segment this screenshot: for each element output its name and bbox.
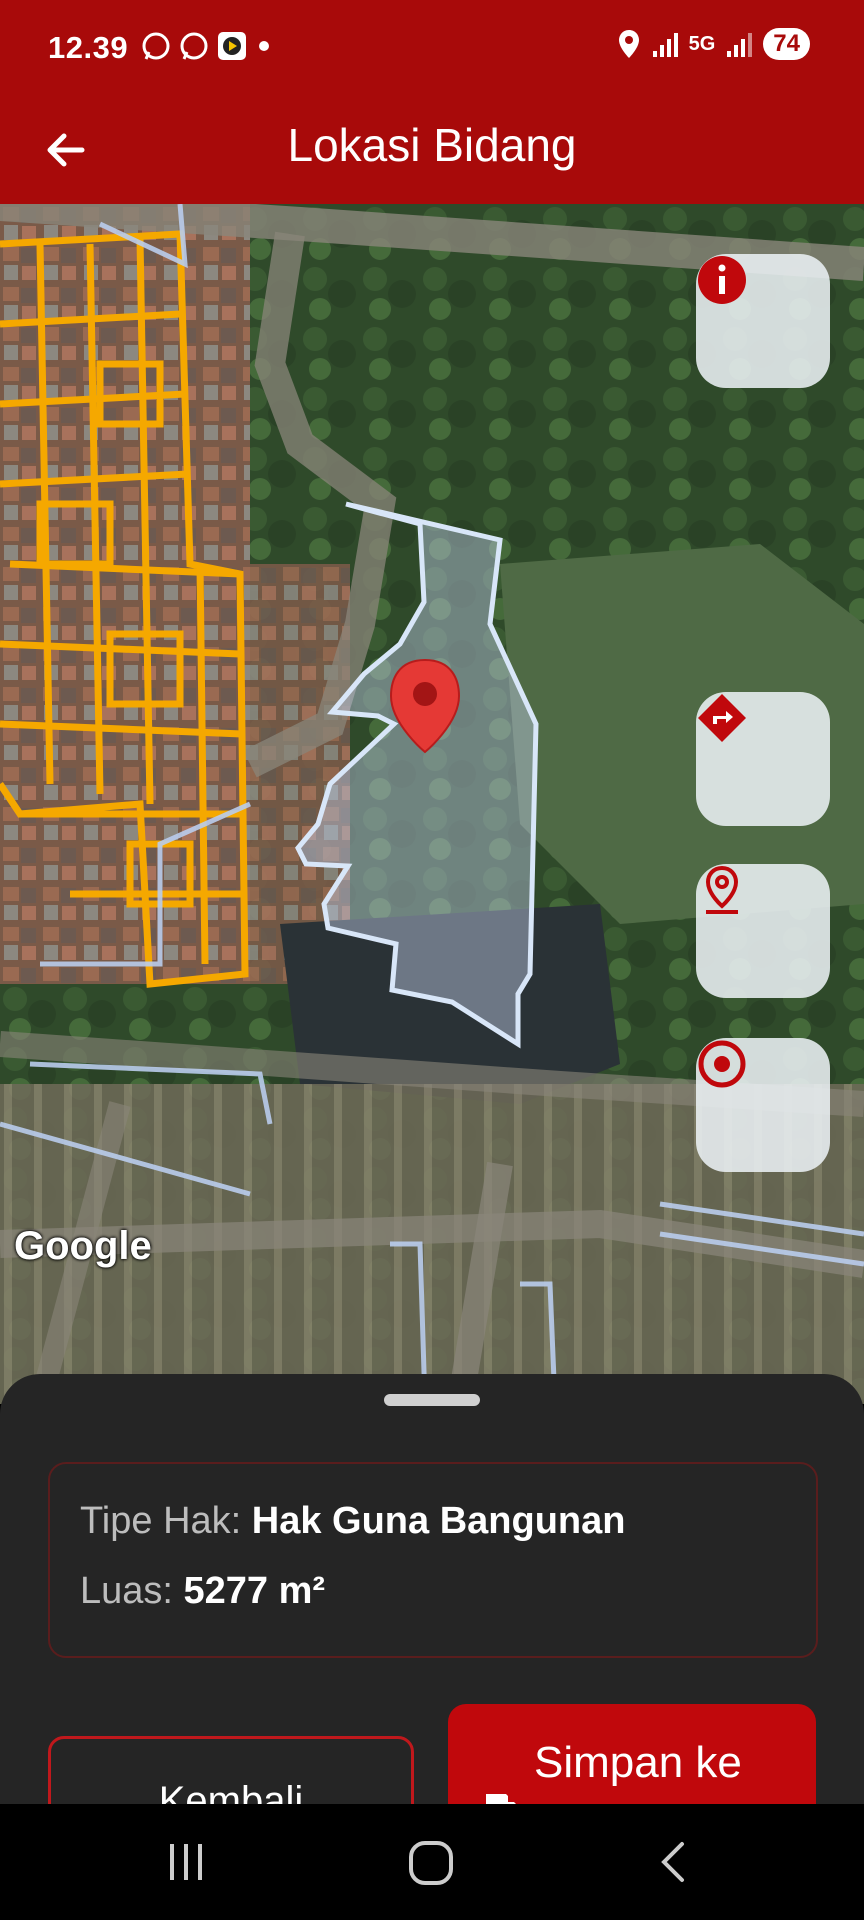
recent-apps-icon[interactable] (164, 1842, 208, 1882)
parcel-info-card: Tipe Hak: Hak Guna Bangunan Luas: 5277 m… (48, 1462, 818, 1658)
directions-icon (698, 694, 746, 742)
location-pin-icon (705, 865, 739, 914)
rights-type-label: Tipe Hak: (80, 1500, 242, 1542)
save-button-label: Simpan ke (534, 1738, 742, 1787)
notification-icons (140, 30, 274, 62)
status-time: 12.39 (48, 30, 129, 65)
media-app-icon (218, 32, 246, 60)
system-icons: 5G 74 (617, 28, 810, 60)
rights-type-value: Hak Guna Bangunan (251, 1500, 626, 1542)
info-button[interactable] (696, 254, 830, 388)
signal-icon-2 (727, 33, 753, 57)
home-icon[interactable] (408, 1840, 454, 1886)
target-icon (698, 1040, 746, 1088)
back-nav-icon[interactable] (656, 1840, 688, 1884)
location-icon (618, 30, 639, 58)
app-bar: Lokasi Bidang (0, 96, 864, 204)
location-pin-button[interactable] (696, 864, 830, 998)
google-attribution: Google (14, 1224, 152, 1268)
back-button[interactable]: Kembali (48, 1736, 414, 1804)
drag-handle[interactable] (384, 1394, 480, 1406)
directions-button[interactable] (696, 692, 830, 826)
whatsapp-icon (180, 32, 208, 60)
rights-type-row: Tipe Hak: Hak Guna Bangunan (80, 1500, 625, 1543)
save-file-icon (486, 1794, 516, 1804)
my-location-button[interactable] (696, 1038, 830, 1172)
area-row: Luas: 5277 m² (80, 1570, 325, 1613)
info-icon (698, 256, 746, 304)
area-value: 5277 m² (183, 1570, 326, 1612)
battery-indicator: 74 (763, 28, 810, 60)
system-nav-bar (0, 1804, 864, 1920)
page-title: Lokasi Bidang (287, 119, 577, 171)
area-label: Luas: (80, 1570, 173, 1612)
status-bar: 12.39 5G 74 (0, 0, 864, 96)
network-type: 5G (688, 32, 716, 55)
dot-icon (259, 41, 269, 51)
signal-icon (652, 33, 678, 57)
satellite-map[interactable]: Google (0, 204, 864, 1404)
save-button[interactable]: Simpan ke (448, 1704, 816, 1804)
parcel-bottom-sheet: Tipe Hak: Hak Guna Bangunan Luas: 5277 m… (0, 1374, 864, 1804)
whatsapp-business-icon (142, 32, 170, 60)
